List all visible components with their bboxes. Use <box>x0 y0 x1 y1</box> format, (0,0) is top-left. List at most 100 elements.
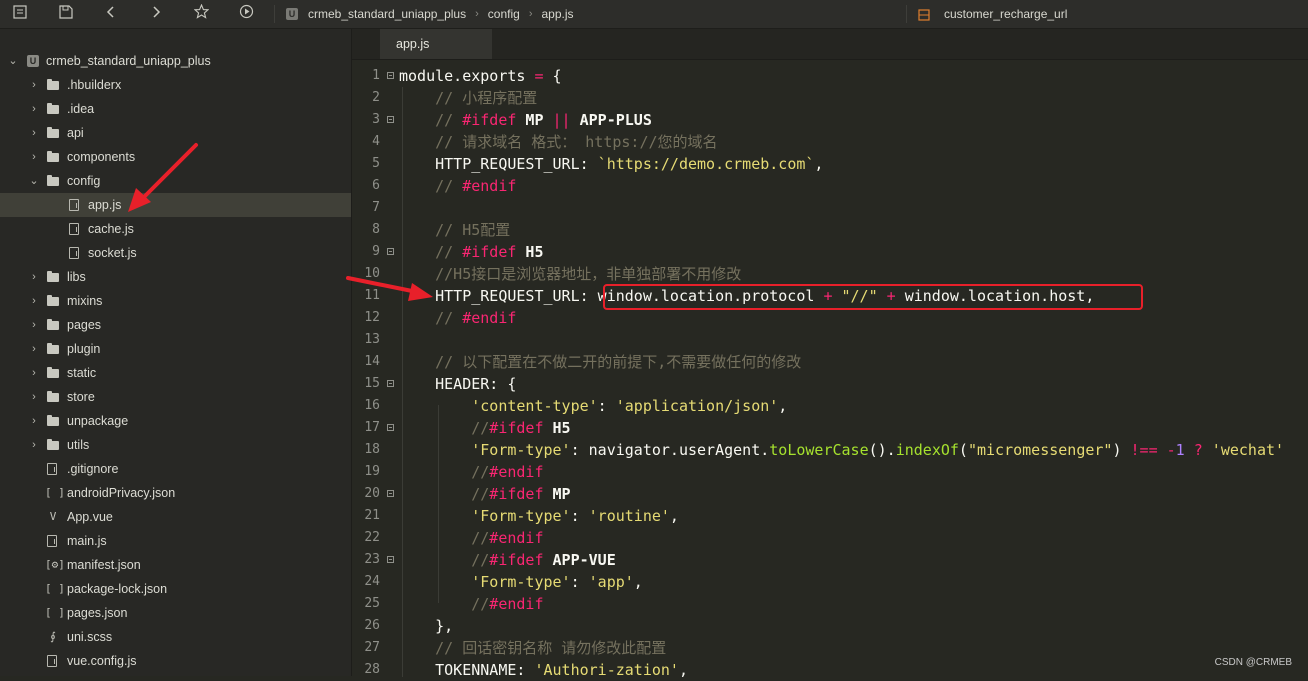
chevron-right-icon[interactable]: › <box>29 97 39 121</box>
code-line[interactable]: 10 //H5接口是浏览器地址，非单独部署不用修改 <box>352 263 1308 285</box>
folder-icon <box>47 415 59 426</box>
code-token: 'routine' <box>588 507 670 525</box>
chevron-right-icon[interactable]: › <box>29 145 39 169</box>
code-line[interactable]: 12 // #endif <box>352 307 1308 329</box>
code-line[interactable]: 1 module.exports = { <box>352 65 1308 87</box>
run-icon[interactable] <box>236 4 256 24</box>
breadcrumb-item-config[interactable]: config <box>488 7 520 21</box>
code-token: #endif <box>489 463 544 481</box>
tree-folder-store[interactable]: › store <box>0 385 351 409</box>
fold-toggle-icon[interactable] <box>387 380 394 387</box>
code-line[interactable]: 9 // #ifdef H5 <box>352 241 1308 263</box>
file-tree-icon[interactable] <box>10 4 30 24</box>
code-line[interactable]: 24 'Form-type': 'app', <box>352 571 1308 593</box>
code-line[interactable]: 4 // 请求域名 格式： https://您的域名 <box>352 131 1308 153</box>
fold-toggle-icon[interactable] <box>387 116 394 123</box>
tree-file-uni-scss[interactable]: ∮ uni.scss <box>0 625 351 649</box>
tree-file-app-vue[interactable]: V App.vue <box>0 505 351 529</box>
chevron-right-icon[interactable]: › <box>29 313 39 337</box>
save-icon[interactable] <box>56 4 76 24</box>
folder-icon <box>47 151 59 162</box>
chevron-down-icon[interactable]: ⌄ <box>8 49 18 73</box>
chevron-right-icon[interactable]: › <box>29 361 39 385</box>
star-icon[interactable] <box>191 3 211 24</box>
code-line[interactable]: 15 HEADER: { <box>352 373 1308 395</box>
code-text: 'Form-type': 'app', <box>471 571 643 593</box>
chevron-right-icon[interactable]: › <box>29 289 39 313</box>
chevron-right-icon[interactable]: › <box>29 385 39 409</box>
forward-icon[interactable] <box>146 4 166 24</box>
tree-folder-utils[interactable]: › utils <box>0 433 351 457</box>
fold-toggle-icon[interactable] <box>387 424 394 431</box>
code-editor[interactable]: app.js 1 module.exports = {2// 小程序配置 3// #… <box>352 29 1308 679</box>
code-line[interactable]: 16 'content-type': 'application/json', <box>352 395 1308 417</box>
code-text: //#endif <box>471 461 543 483</box>
tree-label: api <box>67 126 84 140</box>
code-line[interactable]: 13 <box>352 329 1308 351</box>
tree-file-app-js[interactable]: app.js <box>0 193 351 217</box>
line-number: 19 <box>364 464 380 479</box>
tree-folder-unpackage[interactable]: › unpackage <box>0 409 351 433</box>
tree-file-manifest-json[interactable]: [⚙] manifest.json <box>0 553 351 577</box>
code-line[interactable]: 22 //#endif <box>352 527 1308 549</box>
line-number: 27 <box>364 640 380 655</box>
chevron-right-icon[interactable]: › <box>29 121 39 145</box>
code-line[interactable]: 21 'Form-type': 'routine', <box>352 505 1308 527</box>
chevron-right-icon[interactable]: › <box>29 337 39 361</box>
chevron-down-icon[interactable]: ⌄ <box>29 169 39 193</box>
tree-folder-components[interactable]: › components <box>0 145 351 169</box>
fold-toggle-icon[interactable] <box>387 556 394 563</box>
line-number: 6 <box>372 178 380 193</box>
tree-file-androidprivacy-json[interactable]: [ ] androidPrivacy.json <box>0 481 351 505</box>
tree-folder-api[interactable]: › api <box>0 121 351 145</box>
tree-file-main-js[interactable]: main.js <box>0 529 351 553</box>
code-line[interactable]: 26}, <box>352 615 1308 637</box>
code-line[interactable]: 6 // #endif <box>352 175 1308 197</box>
code-token: : <box>570 507 589 525</box>
tree-folder-libs[interactable]: › libs <box>0 265 351 289</box>
tree-file-package-lock-json[interactable]: [ ] package-lock.json <box>0 577 351 601</box>
chevron-right-icon[interactable]: › <box>29 73 39 97</box>
code-line[interactable]: 25 //#endif <box>352 593 1308 615</box>
tree-folder-pages[interactable]: › pages <box>0 313 351 337</box>
tree-file-cache-js[interactable]: cache.js <box>0 217 351 241</box>
fold-toggle-icon[interactable] <box>387 72 394 79</box>
code-line[interactable]: 14 // 以下配置在不做二开的前提下,不需要做任何的修改 <box>352 351 1308 373</box>
scss-file-icon: ∮ <box>50 630 56 643</box>
code-line[interactable]: 2 // 小程序配置 <box>352 87 1308 109</box>
symbol-search[interactable]: customer_recharge_url <box>918 0 1067 28</box>
code-line[interactable]: 28 TOKENNAME: 'Authori-zation', <box>352 659 1308 681</box>
tree-file-pages-json[interactable]: [ ] pages.json <box>0 601 351 625</box>
breadcrumb-item-project[interactable]: crmeb_standard_uniapp_plus <box>308 7 466 21</box>
fold-toggle-icon[interactable] <box>387 490 394 497</box>
tree-file-socket-js[interactable]: socket.js <box>0 241 351 265</box>
code-token: ? <box>1193 441 1203 459</box>
tree-folder-static[interactable]: › static <box>0 361 351 385</box>
tree-folder-mixins[interactable]: › mixins <box>0 289 351 313</box>
tree-file-gitignore[interactable]: .gitignore <box>0 457 351 481</box>
tree-folder-config[interactable]: ⌄ config <box>0 169 351 193</box>
chevron-right-icon[interactable]: › <box>29 433 39 457</box>
chevron-right-icon[interactable]: › <box>29 409 39 433</box>
fold-toggle-icon[interactable] <box>387 248 394 255</box>
chevron-right-icon[interactable]: › <box>29 265 39 289</box>
code-line[interactable]: 19 //#endif <box>352 461 1308 483</box>
code-line[interactable]: 23 //#ifdef APP-VUE <box>352 549 1308 571</box>
tree-file-vue-config-js[interactable]: vue.config.js <box>0 649 351 673</box>
code-line[interactable]: 18 'Form-type': navigator.userAgent.toLow… <box>352 439 1308 461</box>
tree-project-root[interactable]: ⌄ U crmeb_standard_uniapp_plus <box>0 49 351 73</box>
code-line[interactable]: 7 <box>352 197 1308 219</box>
breadcrumb-item-file[interactable]: app.js <box>541 7 573 21</box>
code-line[interactable]: 20 //#ifdef MP <box>352 483 1308 505</box>
tree-folder-idea[interactable]: › .idea <box>0 97 351 121</box>
tree-label: cache.js <box>88 222 134 236</box>
tab-app-js[interactable]: app.js <box>380 29 492 59</box>
tree-folder-plugin[interactable]: › plugin <box>0 337 351 361</box>
code-line[interactable]: 17 //#ifdef H5 <box>352 417 1308 439</box>
code-line[interactable]: 8 // H5配置 <box>352 219 1308 241</box>
tree-folder-hbuilderx[interactable]: › .hbuilderx <box>0 73 351 97</box>
code-line[interactable]: 5 HTTP_REQUEST_URL: `https://demo.crmeb.c… <box>352 153 1308 175</box>
code-line[interactable]: 27 // 回话密钥名称 请勿修改此配置 <box>352 637 1308 659</box>
code-line[interactable]: 3 // #ifdef MP || APP-PLUS <box>352 109 1308 131</box>
back-icon[interactable] <box>101 4 121 24</box>
